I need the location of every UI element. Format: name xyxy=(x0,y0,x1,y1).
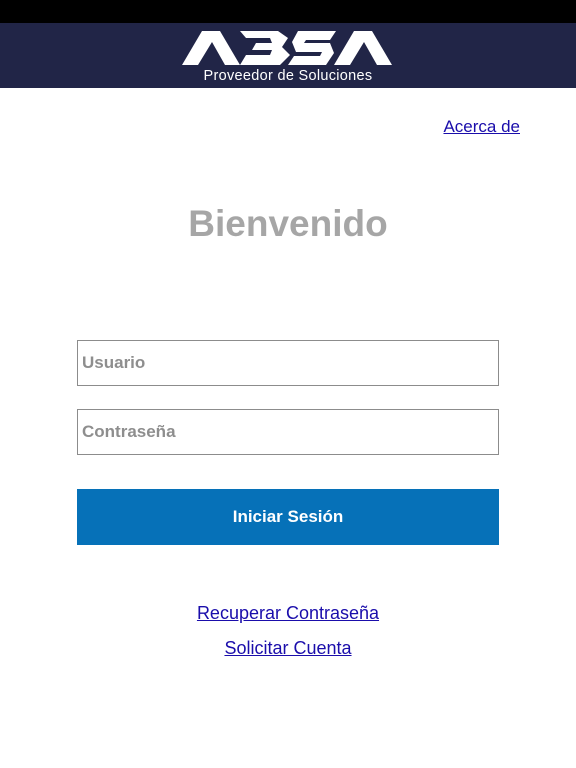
recover-password-row: Recuperar Contraseña xyxy=(0,603,576,624)
logo-tagline: Proveedor de Soluciones xyxy=(203,68,373,84)
page-title: Bienvenido xyxy=(188,203,388,244)
request-account-row: Solicitar Cuenta xyxy=(0,638,576,659)
absa-logo-mark xyxy=(182,31,392,65)
recover-password-link[interactable]: Recuperar Contraseña xyxy=(197,603,379,623)
app-header: Proveedor de Soluciones xyxy=(0,23,576,88)
absa-logo: Proveedor de Soluciones xyxy=(180,29,396,87)
request-account-link[interactable]: Solicitar Cuenta xyxy=(224,638,351,658)
login-button[interactable]: Iniciar Sesión xyxy=(77,489,499,545)
status-bar xyxy=(0,0,576,23)
password-input[interactable] xyxy=(77,409,499,455)
about-link[interactable]: Acerca de xyxy=(443,117,520,137)
username-input[interactable] xyxy=(77,340,499,386)
